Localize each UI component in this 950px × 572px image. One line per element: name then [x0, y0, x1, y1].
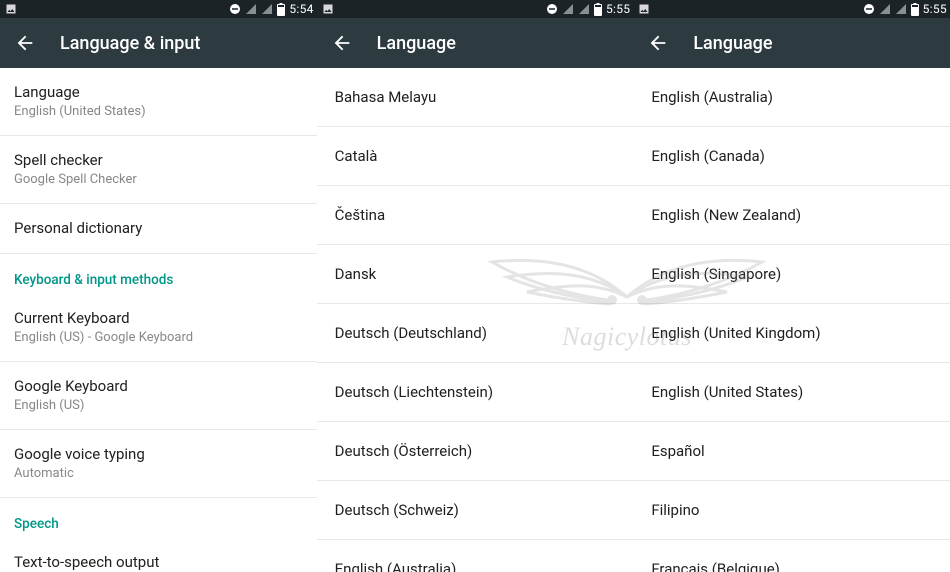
setting-label: Current Keyboard — [14, 308, 303, 328]
status-time: 5:55 — [923, 2, 947, 16]
image-icon — [5, 3, 17, 15]
signal-icon-2 — [261, 3, 273, 15]
language-option[interactable]: Deutsch (Schweiz) — [317, 481, 634, 540]
page-title: Language — [693, 33, 772, 54]
setting-language[interactable]: Language English (United States) — [0, 68, 317, 136]
language-list[interactable]: English (Australia) English (Canada) Eng… — [633, 68, 950, 572]
setting-label: Text-to-speech output — [14, 552, 303, 572]
battery-icon — [277, 3, 285, 16]
language-option[interactable]: Čeština — [317, 186, 634, 245]
language-option[interactable]: Filipino — [633, 481, 950, 540]
action-bar: Language — [633, 18, 950, 68]
setting-spell-checker[interactable]: Spell checker Google Spell Checker — [0, 136, 317, 204]
language-option[interactable]: Dansk — [317, 245, 634, 304]
signal-icon — [562, 3, 574, 15]
language-option[interactable]: Deutsch (Österreich) — [317, 422, 634, 481]
setting-sublabel: Google Spell Checker — [14, 172, 303, 189]
screen-language-list-a: 5:55 Language Bahasa Melayu Català Češti… — [317, 0, 634, 572]
page-title: Language & input — [60, 33, 200, 54]
setting-label: Spell checker — [14, 150, 303, 170]
language-option[interactable]: Français (Belgique) — [633, 540, 950, 572]
language-option[interactable]: Deutsch (Liechtenstein) — [317, 363, 634, 422]
back-button[interactable] — [647, 32, 669, 54]
status-bar: 5:55 — [317, 0, 634, 18]
screen-language-input: 5:54 Language & input Language English (… — [0, 0, 317, 572]
status-bar: 5:55 — [633, 0, 950, 18]
language-option[interactable]: English (New Zealand) — [633, 186, 950, 245]
dnd-icon — [546, 3, 558, 15]
language-option[interactable]: English (United Kingdom) — [633, 304, 950, 363]
setting-sublabel: Automatic — [14, 466, 303, 483]
signal-icon-2 — [578, 3, 590, 15]
language-option[interactable]: Català — [317, 127, 634, 186]
dnd-icon — [229, 3, 241, 15]
status-time: 5:54 — [289, 2, 313, 16]
back-button[interactable] — [331, 32, 353, 54]
language-option[interactable]: English (Australia) — [317, 540, 634, 572]
signal-icon — [245, 3, 257, 15]
language-option[interactable]: English (Canada) — [633, 127, 950, 186]
status-bar: 5:54 — [0, 0, 317, 18]
language-option[interactable]: Español — [633, 422, 950, 481]
image-icon — [322, 3, 334, 15]
language-option[interactable]: Deutsch (Deutschland) — [317, 304, 634, 363]
battery-icon — [911, 3, 919, 16]
language-option[interactable]: English (Singapore) — [633, 245, 950, 304]
setting-google-voice-typing[interactable]: Google voice typing Automatic — [0, 430, 317, 498]
section-speech-header: Speech — [0, 498, 317, 538]
setting-current-keyboard[interactable]: Current Keyboard English (US) - Google K… — [0, 294, 317, 362]
language-option[interactable]: English (Australia) — [633, 68, 950, 127]
action-bar: Language — [317, 18, 634, 68]
screen-language-list-b: 5:55 Language English (Australia) Englis… — [633, 0, 950, 572]
signal-icon — [879, 3, 891, 15]
setting-personal-dictionary[interactable]: Personal dictionary — [0, 204, 317, 253]
language-option[interactable]: Bahasa Melayu — [317, 68, 634, 127]
setting-label: Language — [14, 82, 303, 102]
settings-list[interactable]: Language English (United States) Spell c… — [0, 68, 317, 572]
setting-label: Google voice typing — [14, 444, 303, 464]
back-button[interactable] — [14, 32, 36, 54]
status-time: 5:55 — [606, 2, 630, 16]
language-list[interactable]: Bahasa Melayu Català Čeština Dansk Deuts… — [317, 68, 634, 572]
setting-tts-output[interactable]: Text-to-speech output — [0, 538, 317, 572]
setting-sublabel: English (United States) — [14, 104, 303, 121]
image-icon — [638, 3, 650, 15]
setting-google-keyboard[interactable]: Google Keyboard English (US) — [0, 362, 317, 430]
battery-icon — [594, 3, 602, 16]
action-bar: Language & input — [0, 18, 317, 68]
dnd-icon — [863, 3, 875, 15]
setting-sublabel: English (US) — [14, 398, 303, 415]
page-title: Language — [377, 33, 456, 54]
setting-label: Google Keyboard — [14, 376, 303, 396]
section-keyboard-header: Keyboard & input methods — [0, 254, 317, 294]
setting-sublabel: English (US) - Google Keyboard — [14, 330, 303, 347]
language-option[interactable]: English (United States) — [633, 363, 950, 422]
setting-label: Personal dictionary — [14, 218, 303, 238]
signal-icon-2 — [895, 3, 907, 15]
